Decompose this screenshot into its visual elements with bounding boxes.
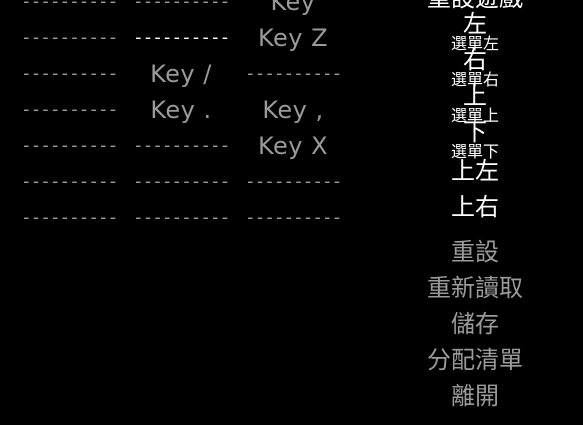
binding-cell-r2-c1[interactable]: ---------- — [14, 58, 124, 90]
action-label-left[interactable]: 左 — [400, 12, 550, 36]
exit-button[interactable]: 離開 — [400, 381, 550, 411]
assign-list-button[interactable]: 分配清單 — [400, 345, 550, 375]
binding-cell-r5-c1[interactable]: ---------- — [14, 166, 124, 198]
action-label-up[interactable]: 上 — [400, 84, 550, 108]
save-button[interactable]: 儲存 — [400, 309, 550, 339]
binding-cell-r0-c2[interactable]: ---------- — [126, 0, 236, 18]
action-label-top-cut[interactable]: 重設遊戲 — [400, 0, 550, 10]
action-label-down[interactable]: 下 — [400, 120, 550, 144]
reset-button[interactable]: 重設 — [400, 237, 550, 267]
action-label-up-left[interactable]: 上左 — [400, 156, 550, 186]
binding-cell-r2-c2[interactable]: Key / — [126, 58, 236, 90]
binding-cell-r3-c2[interactable]: Key . — [126, 94, 236, 126]
binding-cell-r6-c2[interactable]: ---------- — [126, 202, 236, 234]
binding-cell-r5-c2[interactable]: ---------- — [126, 166, 236, 198]
binding-cell-r2-c3[interactable]: ---------- — [238, 58, 348, 90]
binding-cell-r4-c3[interactable]: Key X — [238, 130, 348, 162]
binding-cell-r6-c3[interactable]: ---------- — [238, 202, 348, 234]
reload-button[interactable]: 重新讀取 — [400, 273, 550, 303]
action-label-up-right[interactable]: 上右 — [400, 192, 550, 222]
binding-cell-r4-c1[interactable]: ---------- — [14, 130, 124, 162]
binding-cell-r1-c3[interactable]: Key Z — [238, 22, 348, 54]
binding-cell-r6-c1[interactable]: ---------- — [14, 202, 124, 234]
binding-cell-r1-c2-selected[interactable]: ---------- — [126, 22, 236, 54]
binding-cell-r4-c2[interactable]: ---------- — [126, 130, 236, 162]
binding-cell-r3-c1[interactable]: ---------- — [14, 94, 124, 126]
binding-cell-r0-c1[interactable]: ---------- — [14, 0, 124, 18]
binding-cell-r3-c3[interactable]: Key , — [238, 94, 348, 126]
binding-cell-r0-c3[interactable]: Key — [238, 0, 348, 18]
action-label-right[interactable]: 右 — [400, 48, 550, 72]
binding-cell-r1-c1[interactable]: ---------- — [14, 22, 124, 54]
binding-cell-r5-c3[interactable]: ---------- — [238, 166, 348, 198]
